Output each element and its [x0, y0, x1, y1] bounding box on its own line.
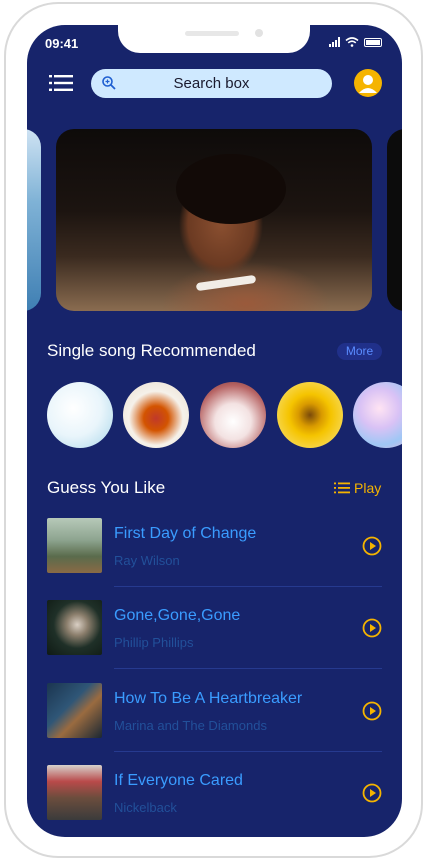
recommended-song-cover[interactable] [353, 382, 402, 448]
speaker-grille [185, 31, 239, 36]
banner-next[interactable] [387, 129, 402, 311]
recommended-title: Single song Recommended [47, 341, 256, 360]
song-title: If Everyone Cared [114, 772, 243, 789]
device-notch [118, 25, 310, 53]
status-time: 09:41 [45, 36, 79, 51]
song-thumbnail [47, 518, 102, 573]
song-thumbnail [47, 765, 102, 820]
song-row[interactable]: Gone,Gone,Gone Phillip Phillips [47, 600, 382, 658]
wifi-icon [345, 37, 359, 47]
search-input[interactable]: Search box [91, 69, 332, 98]
song-row[interactable]: First Day of Change Ray Wilson [47, 518, 382, 576]
recommended-song-cover[interactable] [200, 382, 266, 448]
play-icon[interactable] [362, 783, 382, 803]
song-artist: Phillip Phillips [114, 635, 194, 650]
recommended-song-cover[interactable] [277, 382, 343, 448]
avatar[interactable] [354, 69, 382, 97]
list-icon [334, 482, 350, 494]
play-all-label: Play [354, 480, 382, 496]
front-camera [255, 29, 263, 37]
banner-photo-detail [195, 274, 257, 292]
app-screen: 09:41 Search box Single song Recommended… [27, 25, 402, 837]
battery-icon [364, 37, 382, 47]
banner-previous[interactable] [27, 129, 41, 311]
row-divider [114, 668, 382, 669]
menu-icon[interactable] [49, 74, 73, 92]
song-artist: Ray Wilson [114, 553, 180, 568]
more-button[interactable]: More [337, 343, 382, 360]
song-thumbnail [47, 683, 102, 738]
play-all-button[interactable]: Play [334, 480, 381, 496]
song-row[interactable]: How To Be A Heartbreaker Marina and The … [47, 683, 382, 741]
song-title: How To Be A Heartbreaker [114, 690, 303, 707]
banner-photo-detail [176, 154, 286, 224]
guess-title: Guess You Like [47, 478, 166, 497]
song-title: First Day of Change [114, 525, 257, 542]
play-icon[interactable] [362, 701, 382, 721]
status-icons [329, 37, 382, 47]
song-title: Gone,Gone,Gone [114, 607, 241, 624]
signal-icon [329, 37, 340, 47]
play-icon[interactable] [362, 536, 382, 556]
search-placeholder: Search box [173, 75, 250, 92]
user-icon [359, 75, 377, 93]
row-divider [114, 751, 382, 752]
song-row[interactable]: If Everyone Cared Nickelback [47, 765, 382, 823]
song-thumbnail [47, 600, 102, 655]
song-artist: Nickelback [114, 800, 177, 815]
row-divider [114, 586, 382, 587]
song-artist: Marina and The Diamonds [114, 718, 267, 733]
recommended-song-cover[interactable] [123, 382, 189, 448]
recommended-song-cover[interactable] [47, 382, 113, 448]
banner-featured[interactable] [56, 129, 372, 311]
play-icon[interactable] [362, 618, 382, 638]
